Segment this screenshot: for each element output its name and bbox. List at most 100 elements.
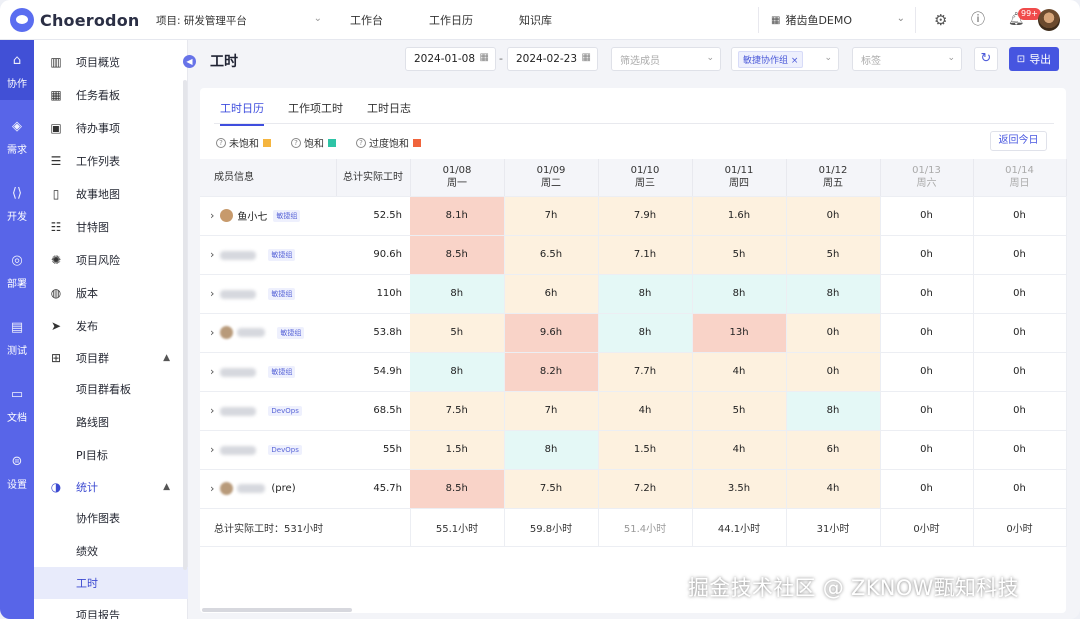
hours-cell[interactable]: 8h xyxy=(692,274,787,314)
hours-cell[interactable]: 7.5h xyxy=(504,469,599,509)
hours-cell[interactable]: 6.5h xyxy=(504,235,599,275)
hours-cell[interactable]: 7h xyxy=(504,196,599,236)
day-column-header[interactable]: 01/08 周一 xyxy=(410,159,505,197)
expand-chevron-icon[interactable]: › xyxy=(210,482,214,495)
hours-cell[interactable]: 8.5h xyxy=(410,235,505,275)
hours-cell[interactable]: 3.5h xyxy=(692,469,787,509)
hours-cell[interactable]: 7.5h xyxy=(410,391,505,431)
member-filter-select[interactable]: 筛选成员 ⌄ xyxy=(611,47,721,71)
rail-item-develop[interactable]: ⟨⟩ 开发 xyxy=(0,173,34,233)
hours-cell[interactable]: 0h xyxy=(973,391,1067,431)
hours-cell[interactable]: 7.9h xyxy=(598,196,693,236)
nav-work-calendar[interactable]: 工作日历 xyxy=(429,12,473,28)
expand-chevron-icon[interactable]: › xyxy=(210,443,214,456)
sidebar-item-release[interactable]: ➤ 发布 xyxy=(34,310,188,342)
hours-cell[interactable]: 8.5h xyxy=(410,469,505,509)
hours-cell[interactable]: 0h xyxy=(973,235,1067,275)
rail-item-docs[interactable]: ▭ 文档 xyxy=(0,374,34,434)
expand-chevron-icon[interactable]: › xyxy=(210,326,214,339)
day-column-header[interactable]: 01/09 周二 xyxy=(504,159,599,197)
expand-chevron-icon[interactable]: › xyxy=(210,209,214,222)
hours-cell[interactable]: 8.1h xyxy=(410,196,505,236)
sidebar-item-overview[interactable]: ▥ 项目概览 xyxy=(34,46,188,78)
rail-item-collab[interactable]: ⌂ 协作 xyxy=(0,40,34,100)
export-button[interactable]: ⊡ 导出 xyxy=(1009,47,1059,71)
hours-cell[interactable]: 0h xyxy=(973,313,1067,353)
hours-cell[interactable]: 5h xyxy=(410,313,505,353)
nav-knowledge-base[interactable]: 知识库 xyxy=(519,12,552,28)
help-icon[interactable]: ⓘ xyxy=(971,12,985,28)
hours-cell[interactable]: 8h xyxy=(786,391,881,431)
hours-cell[interactable]: 6h xyxy=(504,274,599,314)
question-icon[interactable]: ? xyxy=(291,137,301,148)
hours-cell[interactable]: 0h xyxy=(880,391,974,431)
hours-cell[interactable]: 7.2h xyxy=(598,469,693,509)
refresh-button[interactable]: ↻ xyxy=(974,47,998,71)
hours-cell[interactable]: 4h xyxy=(692,352,787,392)
table-row[interactable]: › DevOps 55h 1.5h 8h 1.5h 4h 6h 0h 0h xyxy=(200,430,1067,470)
table-row[interactable]: › 敏捷组 90.6h 8.5h 6.5h 7.1h 5h 5h 0h 0h xyxy=(200,235,1067,275)
hours-cell[interactable]: 0h xyxy=(880,235,974,275)
table-row[interactable]: › (pre) 45.7h 8.5h 7.5h 7.2h 3.5h 4h 0h 0h xyxy=(200,469,1067,509)
table-row[interactable]: › 敏捷组 110h 8h 6h 8h 8h 8h 0h 0h xyxy=(200,274,1067,314)
sidebar-item-collab-chart[interactable]: 协作图表 xyxy=(34,502,188,534)
hours-cell[interactable]: 8h xyxy=(504,430,599,470)
hours-cell[interactable]: 7.7h xyxy=(598,352,693,392)
user-avatar[interactable] xyxy=(1038,9,1060,31)
sidebar-item-story-map[interactable]: ▯ 故事地图 xyxy=(34,178,188,210)
hours-cell[interactable]: 8h xyxy=(410,352,505,392)
rail-item-requirement[interactable]: ◈ 需求 xyxy=(0,106,34,166)
sidebar-item-version[interactable]: ◍ 版本 xyxy=(34,277,188,309)
table-row[interactable]: › DevOps 68.5h 7.5h 7h 4h 5h 8h 0h 0h xyxy=(200,391,1067,431)
hours-cell[interactable]: 9.6h xyxy=(504,313,599,353)
sidebar-item-roadmap[interactable]: 路线图 xyxy=(34,406,188,438)
question-icon[interactable]: ? xyxy=(216,137,226,148)
hours-cell[interactable]: 6h xyxy=(786,430,881,470)
sidebar-item-backlog[interactable]: ▣ 待办事项 xyxy=(34,112,188,144)
hours-cell[interactable]: 0h xyxy=(786,313,881,353)
hours-cell[interactable]: 5h xyxy=(786,235,881,275)
expand-chevron-icon[interactable]: › xyxy=(210,248,214,261)
hours-cell[interactable]: 0h xyxy=(973,274,1067,314)
expand-chevron-icon[interactable]: › xyxy=(210,365,214,378)
day-column-header[interactable]: 01/11 周四 xyxy=(692,159,787,197)
close-icon[interactable]: × xyxy=(791,56,799,66)
hours-cell[interactable]: 0h xyxy=(880,469,974,509)
question-icon[interactable]: ? xyxy=(356,137,366,148)
sidebar-item-project-report[interactable]: 项目报告 xyxy=(34,599,188,619)
hours-cell[interactable]: 4h xyxy=(598,391,693,431)
expand-chevron-icon[interactable]: › xyxy=(210,287,214,300)
hours-cell[interactable]: 0h xyxy=(786,196,881,236)
table-row[interactable]: › 鱼小七 敏捷组 52.5h 8.1h 7h 7.9h 1.6h 0h 0h 0h xyxy=(200,196,1067,236)
hours-cell[interactable]: 0h xyxy=(973,469,1067,509)
sidebar-group-program[interactable]: ⊞ 项目群 ▲ xyxy=(34,342,188,374)
sidebar-item-worktime[interactable]: 工时 xyxy=(34,567,188,599)
table-row[interactable]: › 敏捷组 53.8h 5h 9.6h 8h 13h 0h 0h 0h xyxy=(200,313,1067,353)
sidebar-item-gantt[interactable]: ☷ 甘特图 xyxy=(34,211,188,243)
rail-item-deploy[interactable]: ◎ 部署 xyxy=(0,240,34,300)
hours-cell[interactable]: 0h xyxy=(880,196,974,236)
collapse-sidebar-icon[interactable]: ◀ xyxy=(183,55,196,68)
sidebar-group-statistics[interactable]: ◑ 统计 ▲ xyxy=(34,471,188,503)
day-column-header[interactable]: 01/12 周五 xyxy=(786,159,881,197)
sidebar-item-work-list[interactable]: ☰ 工作列表 xyxy=(34,145,188,177)
hours-cell[interactable]: 0h xyxy=(973,196,1067,236)
hours-cell[interactable]: 0h xyxy=(880,274,974,314)
sidebar-item-task-board[interactable]: ▦ 任务看板 xyxy=(34,79,188,111)
rail-item-settings[interactable]: ⊜ 设置 xyxy=(0,441,34,501)
hours-cell[interactable]: 0h xyxy=(786,352,881,392)
rail-item-test[interactable]: ▤ 测试 xyxy=(0,307,34,367)
hours-cell[interactable]: 1.5h xyxy=(598,430,693,470)
hours-cell[interactable]: 0h xyxy=(880,352,974,392)
hours-cell[interactable]: 8h xyxy=(598,313,693,353)
tag-filter-select[interactable]: 标签 ⌄ xyxy=(852,47,962,71)
sidebar-item-pi-objective[interactable]: PI目标 xyxy=(34,439,188,471)
nav-workbench[interactable]: 工作台 xyxy=(350,12,383,28)
hours-cell[interactable]: 8h xyxy=(786,274,881,314)
hours-cell[interactable]: 0h xyxy=(973,352,1067,392)
hours-cell[interactable]: 4h xyxy=(786,469,881,509)
hours-cell[interactable]: 0h xyxy=(973,430,1067,470)
sidebar-item-performance[interactable]: 绩效 xyxy=(34,535,188,567)
hours-cell[interactable]: 0h xyxy=(880,430,974,470)
hours-cell[interactable]: 0h xyxy=(880,313,974,353)
